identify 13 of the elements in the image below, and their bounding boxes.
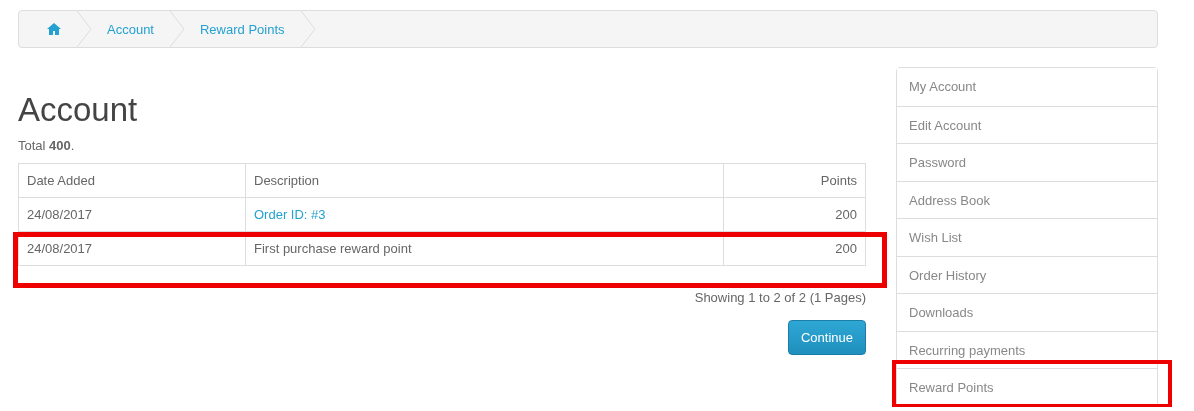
home-icon (47, 23, 61, 35)
column-header: Date Added (18, 163, 246, 198)
total-text: Total 400. (18, 138, 76, 153)
table-cell: 24/08/2017 (18, 197, 246, 232)
continue-button[interactable]: Continue (787, 320, 866, 355)
page-heading: Account (18, 90, 139, 130)
column-header: Description (245, 163, 724, 198)
table-cell: 200 (723, 197, 866, 232)
breadcrumb-link[interactable]: Account (91, 21, 170, 37)
column-header: Points (723, 163, 866, 198)
order-link[interactable]: Order ID: #3 (254, 207, 326, 222)
breadcrumb-link[interactable]: Reward Points (184, 21, 301, 37)
pagination-text: Showing 1 to 2 of 2 (1 Pages) (693, 290, 866, 305)
